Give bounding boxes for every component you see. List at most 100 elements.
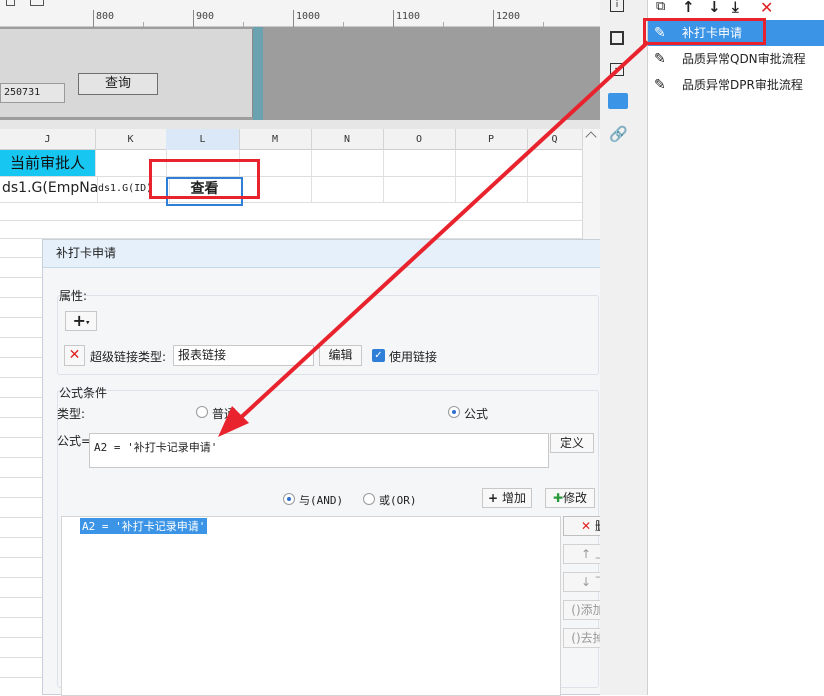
column-header-p[interactable]: P xyxy=(455,129,528,150)
delete-x-icon: ✕ xyxy=(68,347,81,363)
formula-label: 公式= xyxy=(57,434,92,448)
table-row: ds1.G(EmpNa ds1.G(ID) 查看 xyxy=(0,177,583,206)
type-label: 类型: xyxy=(57,407,86,421)
ruler-label: 900 xyxy=(196,11,215,22)
and-label: 与(AND) xyxy=(299,494,344,507)
grid-scrollbar[interactable] xyxy=(582,129,600,239)
hyperlink-list-item[interactable]: ✎ 品质异常QDN审批流程 xyxy=(648,46,824,72)
formula-input[interactable]: A2 = '补打卡记录申请' xyxy=(89,433,549,468)
dialog-title: 补打卡申请 xyxy=(43,240,609,268)
hyperlink-list-panel xyxy=(648,0,824,695)
use-link-checkbox[interactable]: ✓ xyxy=(372,349,385,362)
grid-cell[interactable] xyxy=(455,150,528,176)
grid-cell[interactable] xyxy=(311,177,384,202)
move-bottom-icon[interactable]: ⤓ xyxy=(732,0,739,16)
use-link-label: 使用链接 xyxy=(389,350,438,364)
pencil-icon: ✎ xyxy=(654,51,666,67)
grid-cell[interactable] xyxy=(383,150,456,176)
table-row xyxy=(0,221,582,239)
column-header-j[interactable]: J xyxy=(0,129,96,150)
column-header-n[interactable]: N xyxy=(311,129,384,150)
arrow-up-icon: ↑ xyxy=(581,547,592,561)
type-normal-label: 普通 xyxy=(212,407,237,421)
dropdown-box-icon[interactable]: ▾ xyxy=(610,63,624,76)
list-toolbar: ⧉ ↑ ↓ ⤓ ✕ xyxy=(648,0,824,20)
list-item-label: 品质异常QDN审批流程 xyxy=(682,52,806,66)
modify-condition-button[interactable]: ✚修改 xyxy=(545,488,595,508)
table-row xyxy=(0,203,582,221)
highlight-box-list-item xyxy=(643,18,766,45)
square-icon[interactable] xyxy=(610,31,624,45)
ruler-label: 1200 xyxy=(496,11,521,22)
copy-icon[interactable]: ⧉ xyxy=(656,0,665,14)
grid-cell[interactable] xyxy=(455,177,528,202)
column-header-o[interactable]: O xyxy=(383,129,456,150)
column-header-row: J K L M N O P Q xyxy=(0,129,583,150)
right-side-toolbar: i ▾ 🔗 xyxy=(600,0,648,695)
arrow-down-icon: ↓ xyxy=(581,575,592,589)
horizontal-ruler: 800 900 1000 1100 1200 xyxy=(0,0,600,27)
modify-icon: ✚ xyxy=(552,491,564,505)
preview-splitter[interactable] xyxy=(253,27,263,120)
formula-text: A2 = '补打卡记录申请' xyxy=(94,441,218,454)
type-formula-radio[interactable] xyxy=(448,406,460,418)
hyperlink-list-item[interactable]: ✎ 品质异常DPR审批流程 xyxy=(648,72,824,98)
or-radio[interactable] xyxy=(363,493,375,505)
ruler-label: 1100 xyxy=(396,11,421,22)
empname-formula-cell[interactable]: ds1.G(EmpNa xyxy=(0,177,98,202)
arrow-up-icon[interactable]: ↑ xyxy=(682,0,695,16)
highlight-box-view-cell xyxy=(149,159,260,199)
delete-x-icon[interactable]: ✕ xyxy=(760,0,773,17)
column-header-k[interactable]: K xyxy=(95,129,167,150)
add-property-button[interactable]: +▾ xyxy=(65,311,97,331)
bracket-icon: () xyxy=(571,603,581,617)
query-button[interactable]: 查询 xyxy=(78,73,158,95)
grid-cell[interactable] xyxy=(383,177,456,202)
toolbar-box-icon[interactable] xyxy=(6,0,15,6)
condition-list[interactable]: A2 = '补打卡记录申请' xyxy=(61,516,561,696)
hyperlink-type-field[interactable]: 报表链接 xyxy=(173,345,314,366)
grid-cell[interactable] xyxy=(527,150,583,176)
row-lines-strip xyxy=(0,239,42,695)
toolbar-square-icon[interactable] xyxy=(30,0,44,6)
ruler-label: 800 xyxy=(96,11,115,22)
delete-x-icon: ✕ xyxy=(581,519,592,533)
list-item-label: 品质异常DPR审批流程 xyxy=(682,78,803,92)
or-label: 或(OR) xyxy=(379,494,417,507)
arrow-down-icon[interactable]: ↓ xyxy=(708,0,721,16)
add-label: 增加 xyxy=(501,491,526,505)
column-header-q[interactable]: Q xyxy=(527,129,583,150)
and-radio[interactable] xyxy=(283,493,295,505)
table-row: 当前审批人 xyxy=(0,150,583,177)
chevron-down-icon: ▾ xyxy=(85,318,90,327)
info-icon[interactable]: i xyxy=(610,0,624,12)
check-icon: ✓ xyxy=(374,350,383,361)
column-header-m[interactable]: M xyxy=(239,129,312,150)
approver-header-cell[interactable]: 当前审批人 xyxy=(0,150,96,176)
pencil-icon: ✎ xyxy=(654,77,666,93)
list-item[interactable]: A2 = '补打卡记录申请' xyxy=(80,518,208,534)
grid-cell[interactable] xyxy=(311,150,384,176)
date-input[interactable]: 250731 xyxy=(0,83,65,103)
define-button[interactable]: 定义 xyxy=(550,433,594,453)
type-normal-radio[interactable] xyxy=(196,406,208,418)
add-condition-button[interactable]: + 增加 xyxy=(482,488,532,508)
plus-icon: + xyxy=(488,491,499,505)
remove-bracket-icon: () xyxy=(571,631,581,645)
modify-label: 修改 xyxy=(563,491,588,505)
hyperlink-dialog: 补打卡申请 属性: +▾ ✕ 超级链接类型: 报表链接 编辑 ✓ 使用链接 公式… xyxy=(42,239,637,696)
form-icon[interactable] xyxy=(608,93,628,109)
type-formula-label: 公式 xyxy=(464,407,489,421)
edit-button[interactable]: 编辑 xyxy=(319,345,362,366)
link-icon[interactable]: 🔗 xyxy=(609,125,628,143)
properties-label: 属性: xyxy=(59,289,88,303)
column-header-l[interactable]: L xyxy=(166,129,240,150)
grid-gap xyxy=(0,120,600,129)
formula-section-label: 公式条件 xyxy=(59,386,108,400)
hyperlink-type-label: 超级链接类型: xyxy=(90,350,167,364)
plus-icon: + xyxy=(72,311,86,330)
ruler-label: 1000 xyxy=(296,11,321,22)
delete-property-button[interactable]: ✕ xyxy=(64,345,85,366)
grid-cell[interactable] xyxy=(527,177,583,202)
chevron-up-icon[interactable] xyxy=(585,131,597,143)
